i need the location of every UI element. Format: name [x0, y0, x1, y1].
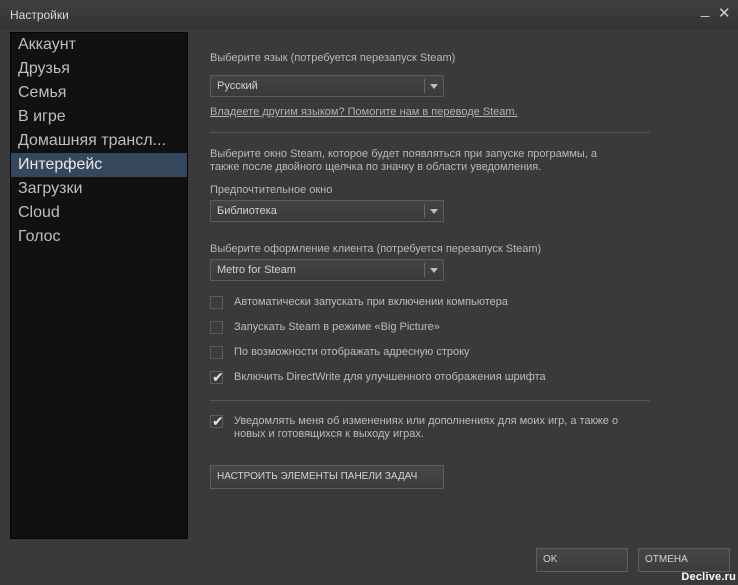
notify-label-1: Уведомлять меня об изменениях или дополн… — [234, 415, 619, 427]
startup-window-dropdown[interactable]: Библиотека — [210, 200, 444, 222]
chevron-down-icon — [430, 268, 438, 273]
sidebar-item-downloads[interactable]: Загрузки — [11, 177, 187, 201]
directwrite-checkbox[interactable]: ✔ — [210, 369, 224, 385]
autostart-label: Автоматически запускать при включении ко… — [234, 296, 509, 308]
checkmark-icon: ✔ — [212, 413, 224, 429]
sidebar-item-voice[interactable]: Голос — [11, 225, 187, 249]
startup-window-description-2: также после двойного щелчка по значку в … — [210, 161, 542, 173]
address-bar-label: По возможности отображать адресную строк… — [234, 346, 470, 358]
dropdown-separator — [424, 263, 425, 277]
sidebar-item-in-game[interactable]: В игре — [11, 105, 187, 129]
startup-window-label: Предпочтительное окно — [210, 184, 333, 196]
interface-settings-panel: Выберите язык (потребуется перезапуск St… — [196, 32, 726, 539]
big-picture-checkbox[interactable] — [210, 321, 223, 334]
sidebar-item-friends[interactable]: Друзья — [11, 57, 187, 81]
sidebar-item-family[interactable]: Семья — [11, 81, 187, 105]
checkmark-icon: ✔ — [212, 369, 224, 385]
skin-label: Выберите оформление клиента (потребуется… — [210, 243, 542, 255]
language-dropdown[interactable]: Русский — [210, 75, 444, 97]
language-value: Русский — [217, 80, 258, 92]
dropdown-separator — [424, 79, 425, 93]
sidebar-item-interface[interactable]: Интерфейс — [11, 153, 187, 177]
title-bar: Настройки _ ✕ — [0, 0, 738, 30]
settings-sidebar: Аккаунт Друзья Семья В игре Домашняя тра… — [10, 32, 188, 539]
minimize-icon[interactable]: _ — [701, 1, 709, 18]
watermark: Declive.ru — [681, 571, 736, 583]
cancel-button[interactable]: ОТМЕНА — [638, 548, 730, 572]
section-divider — [210, 132, 650, 133]
chevron-down-icon — [430, 84, 438, 89]
ok-button[interactable]: OK — [536, 548, 628, 572]
translation-help-link[interactable]: Владеете другим языком? Помогите нам в п… — [210, 106, 518, 118]
chevron-down-icon — [430, 209, 438, 214]
notify-label-2: новых и готовящихся к выходу играх. — [234, 428, 424, 440]
notify-checkbox[interactable]: ✔ — [210, 413, 224, 429]
startup-window-value: Библиотека — [217, 205, 277, 217]
autostart-checkbox[interactable] — [210, 296, 223, 309]
sidebar-item-account[interactable]: Аккаунт — [11, 33, 187, 57]
skin-dropdown[interactable]: Metro for Steam — [210, 259, 444, 281]
section-divider — [210, 400, 650, 401]
window-title: Настройки — [10, 8, 69, 22]
address-bar-checkbox[interactable] — [210, 346, 223, 359]
skin-value: Metro for Steam — [217, 264, 296, 276]
directwrite-label: Включить DirectWrite для улучшенного ото… — [234, 371, 546, 383]
sidebar-item-cloud[interactable]: Cloud — [11, 201, 187, 225]
sidebar-item-home-streaming[interactable]: Домашняя трансл... — [11, 129, 187, 153]
dropdown-separator — [424, 204, 425, 218]
startup-window-description-1: Выберите окно Steam, которое будет появл… — [210, 148, 598, 160]
language-label: Выберите язык (потребуется перезапуск St… — [210, 52, 456, 64]
big-picture-label: Запускать Steam в режиме «Big Picture» — [234, 321, 440, 333]
close-icon[interactable]: ✕ — [718, 4, 731, 22]
configure-taskbar-button[interactable]: НАСТРОИТЬ ЭЛЕМЕНТЫ ПАНЕЛИ ЗАДАЧ — [210, 465, 444, 489]
